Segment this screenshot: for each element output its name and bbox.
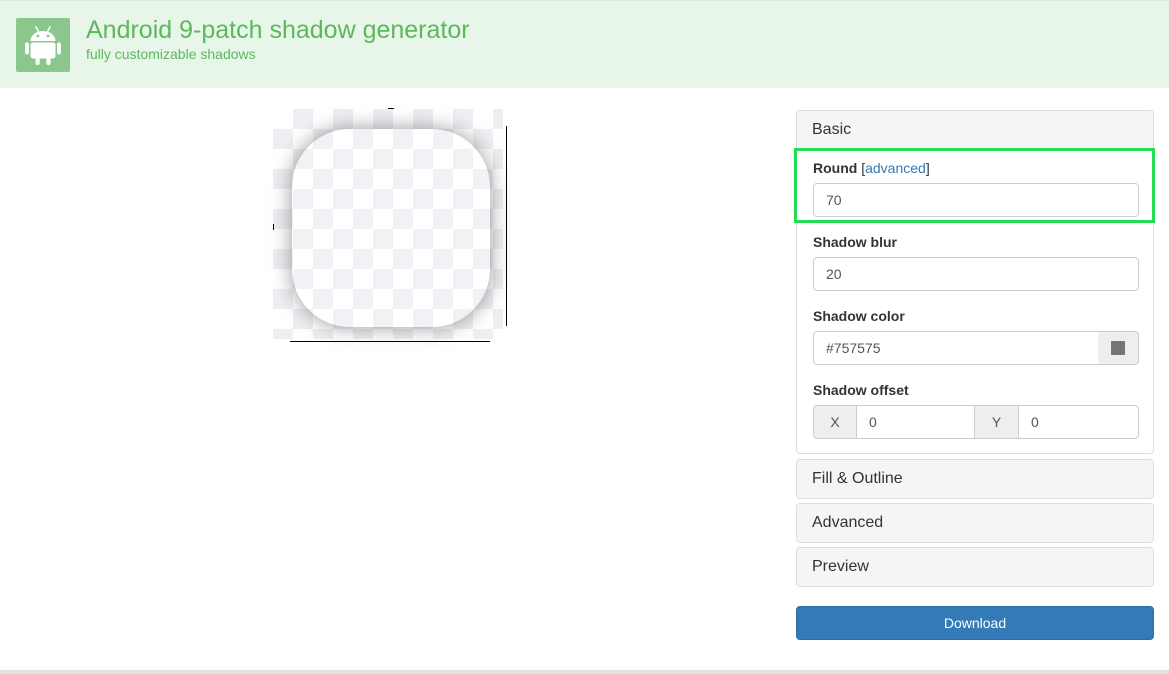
basic-panel: Basic Round [advanced] 70 Shadow blur 20… xyxy=(796,110,1154,454)
color-picker-button[interactable] xyxy=(1098,331,1139,365)
offset-x-input[interactable]: 0 xyxy=(856,405,975,439)
footer-divider xyxy=(0,670,1169,674)
bracket-close: ] xyxy=(925,160,930,176)
offset-x-addon: X xyxy=(813,405,857,439)
shadow-blur-label: Shadow blur xyxy=(813,234,897,250)
android-icon xyxy=(16,18,70,72)
round-input[interactable]: 70 xyxy=(813,183,1139,217)
advanced-panel-heading[interactable]: Advanced xyxy=(797,504,1153,542)
download-button[interactable]: Download xyxy=(796,606,1154,640)
offset-y-input[interactable]: 0 xyxy=(1018,405,1139,439)
patch-marker-top xyxy=(388,108,394,109)
shadow-color-label: Shadow color xyxy=(813,308,905,324)
advanced-panel: Advanced xyxy=(796,503,1154,543)
offset-y-addon: Y xyxy=(974,405,1019,439)
shadow-preview xyxy=(272,107,508,343)
fill-outline-panel-heading[interactable]: Fill & Outline xyxy=(797,460,1153,498)
app-subtitle: fully customizable shadows xyxy=(86,46,256,62)
basic-panel-heading[interactable]: Basic xyxy=(797,111,1153,149)
preview-panel-heading[interactable]: Preview xyxy=(797,548,1153,586)
shadow-color-input[interactable]: #757575 xyxy=(813,331,1099,365)
color-swatch-icon xyxy=(1111,341,1125,356)
round-label: Round [advanced] xyxy=(813,160,930,176)
preview-panel: Preview xyxy=(796,547,1154,587)
patch-marker-left xyxy=(273,224,274,230)
app-title: Android 9-patch shadow generator xyxy=(86,16,470,44)
patch-marker-bottom xyxy=(290,341,490,342)
shadow-blur-input[interactable]: 20 xyxy=(813,257,1139,291)
patch-marker-right xyxy=(506,126,507,326)
round-label-text: Round xyxy=(813,160,858,176)
transparency-checkerboard xyxy=(273,109,503,339)
rounded-shape-preview xyxy=(292,129,490,327)
advanced-link[interactable]: advanced xyxy=(865,160,926,176)
shadow-offset-label: Shadow offset xyxy=(813,382,909,398)
fill-outline-panel: Fill & Outline xyxy=(796,459,1154,499)
app-header: Android 9-patch shadow generator fully c… xyxy=(0,0,1169,88)
